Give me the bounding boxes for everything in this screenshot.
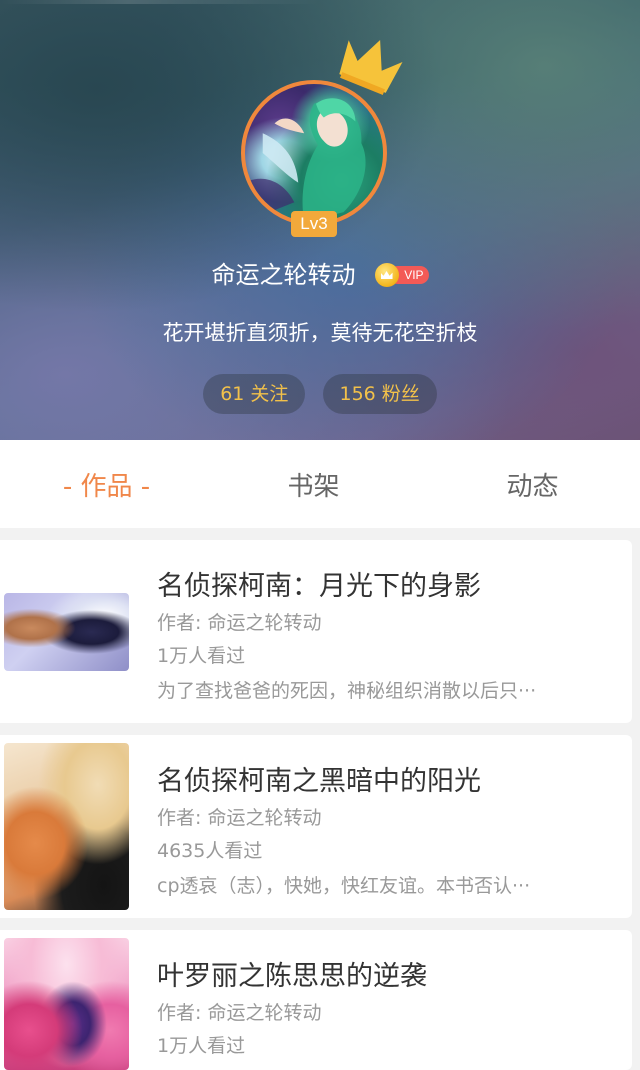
work-description: 为了查找爸爸的死因，神秘组织消散以后只··· — [157, 680, 537, 702]
work-title: 名侦探柯南：月光下的身影 — [157, 571, 481, 602]
work-views: 1万人看过 — [157, 645, 246, 667]
work-cover-image — [4, 593, 129, 671]
followers-count-button[interactable]: 156 粉丝 — [322, 374, 437, 414]
username: 命运之轮转动 — [211, 261, 356, 289]
tab-bookshelf[interactable]: 书架 — [207, 440, 420, 528]
work-author: 作者: 命运之轮转动 — [157, 807, 322, 829]
tab-activity[interactable]: 动态 — [426, 440, 639, 528]
work-cover-image — [4, 938, 129, 1070]
work-card[interactable]: 名侦探柯南之黑暗中的阳光 作者: 命运之轮转动 4635人看过 cp透哀（志），… — [0, 735, 632, 918]
work-author: 作者: 命运之轮转动 — [157, 1002, 322, 1024]
work-views: 4635人看过 — [157, 840, 263, 862]
name-row: 命运之轮转动 VIP — [0, 255, 640, 295]
work-author: 作者: 命运之轮转动 — [157, 612, 322, 634]
vip-crown-coin-icon — [374, 263, 399, 287]
profile-signature: 花开堪折直须折，莫待无花空折枝 — [162, 321, 478, 345]
work-card[interactable]: 叶罗丽之陈思思的逆袭 作者: 命运之轮转动 1万人看过 — [0, 930, 632, 1070]
work-title: 叶罗丽之陈思思的逆袭 — [157, 961, 427, 992]
following-count-button[interactable]: 61 关注 — [203, 374, 306, 414]
vip-badge[interactable]: VIP — [374, 263, 429, 287]
avatar[interactable] — [241, 80, 387, 226]
work-title: 名侦探柯南之黑暗中的阳光 — [157, 766, 481, 797]
profile-tabs: - 作品 - 书架 动态 — [0, 440, 640, 528]
profile-header: Lv3 命运之轮转动 VIP 花开堪折直须折，莫待无花空折枝 61 关注 156… — [0, 0, 640, 440]
work-cover-image — [4, 743, 129, 910]
work-card[interactable]: 名侦探柯南：月光下的身影 作者: 命运之轮转动 1万人看过 为了查找爸爸的死因，… — [0, 540, 632, 723]
work-description: cp透哀（志），快她，快红友谊。本书否认··· — [157, 875, 531, 897]
profile-stats: 61 关注 156 粉丝 — [0, 374, 640, 414]
tab-works[interactable]: - 作品 - — [0, 440, 213, 528]
level-badge: Lv3 — [291, 211, 337, 237]
work-views: 1万人看过 — [157, 1035, 246, 1057]
